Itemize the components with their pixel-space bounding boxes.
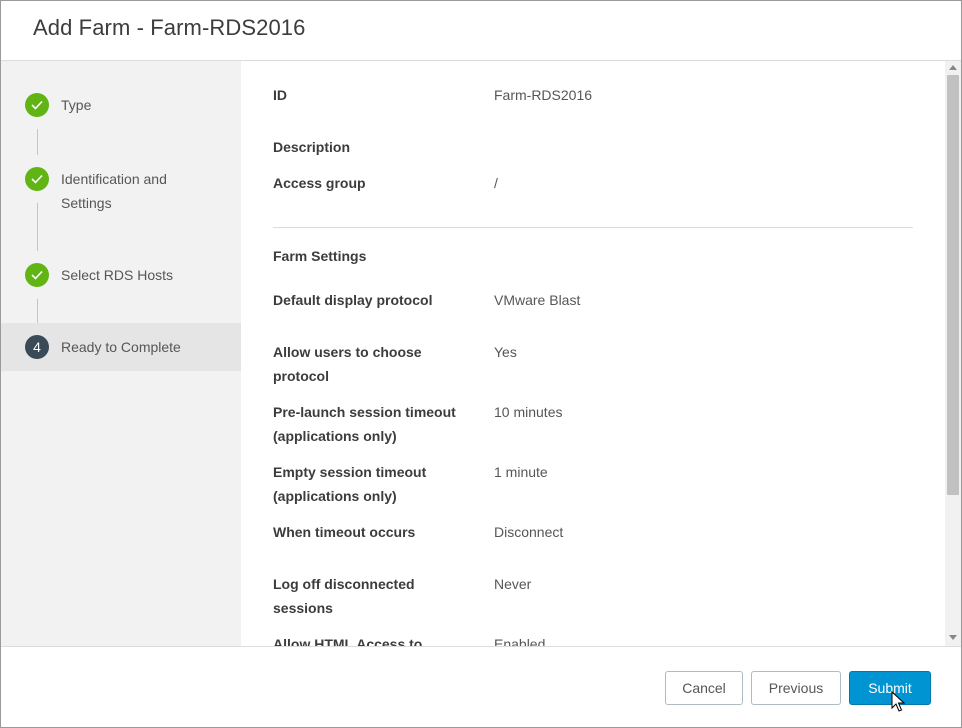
scroll-down-arrow-icon[interactable] xyxy=(949,635,957,640)
checkmark-icon xyxy=(25,93,49,117)
row-value: Yes xyxy=(494,344,517,360)
row-value: 10 minutes xyxy=(494,404,563,420)
row-label: When timeout occurs xyxy=(273,524,416,540)
row-label: ID xyxy=(273,87,287,103)
step-label: Ready to Complete xyxy=(61,339,181,355)
row-value: / xyxy=(494,175,498,191)
row-label: (applications only) xyxy=(273,488,397,504)
row-value: 1 minute xyxy=(494,464,548,480)
row-label: Access group xyxy=(273,175,366,191)
row-label: (applications only) xyxy=(273,428,397,444)
section-title-farm-settings: Farm Settings xyxy=(273,248,367,264)
step-connector xyxy=(37,203,38,251)
dialog-header: Add Farm - Farm-RDS2016 xyxy=(1,1,961,61)
step-connector xyxy=(37,299,38,323)
row-value: VMware Blast xyxy=(494,292,581,308)
row-label: Empty session timeout xyxy=(273,464,427,480)
section-divider xyxy=(273,227,913,228)
step-label: Type xyxy=(61,97,92,113)
wizard-steps-sidebar: Type Identification and Settings Select … xyxy=(1,61,241,646)
row-label: sessions xyxy=(273,600,333,616)
step-ready-to-complete[interactable]: 4 Ready to Complete xyxy=(1,323,241,371)
step-select-rds-hosts[interactable]: Select RDS Hosts xyxy=(1,263,241,287)
row-label: Log off disconnected xyxy=(273,576,415,592)
row-label: Default display protocol xyxy=(273,292,433,308)
scrollbar-thumb[interactable] xyxy=(947,75,959,495)
step-number-badge: 4 xyxy=(25,335,49,359)
submit-button[interactable]: Submit xyxy=(849,671,931,705)
row-value: Disconnect xyxy=(494,524,564,540)
dialog-title: Add Farm - Farm-RDS2016 xyxy=(33,15,306,40)
row-label: Allow HTML Access to xyxy=(273,636,423,646)
step-label: Identification and xyxy=(61,171,167,187)
cancel-button[interactable]: Cancel xyxy=(665,671,743,705)
row-value: Enabled xyxy=(494,636,546,646)
row-value: Never xyxy=(494,576,532,592)
summary-panel: ID Farm-RDS2016 Description Access group… xyxy=(242,61,945,646)
row-label: protocol xyxy=(273,368,329,384)
row-value: Farm-RDS2016 xyxy=(494,87,593,103)
previous-button[interactable]: Previous xyxy=(751,671,841,705)
mouse-pointer-icon xyxy=(891,691,905,712)
checkmark-icon xyxy=(25,167,49,191)
add-farm-dialog: Add Farm - Farm-RDS2016 Type Identificat… xyxy=(0,0,962,728)
row-label: Description xyxy=(273,139,351,155)
step-label: Select RDS Hosts xyxy=(61,267,174,283)
checkmark-icon xyxy=(25,263,49,287)
scroll-up-arrow-icon[interactable] xyxy=(949,65,957,70)
vertical-scrollbar[interactable] xyxy=(945,61,961,646)
row-label: Pre-launch session timeout xyxy=(273,404,456,420)
step-type[interactable]: Type xyxy=(1,93,241,117)
step-connector xyxy=(37,129,38,155)
step-label: Settings xyxy=(61,195,112,211)
row-label: Allow users to choose xyxy=(273,344,422,360)
dialog-footer: Cancel Previous Submit xyxy=(1,646,961,727)
